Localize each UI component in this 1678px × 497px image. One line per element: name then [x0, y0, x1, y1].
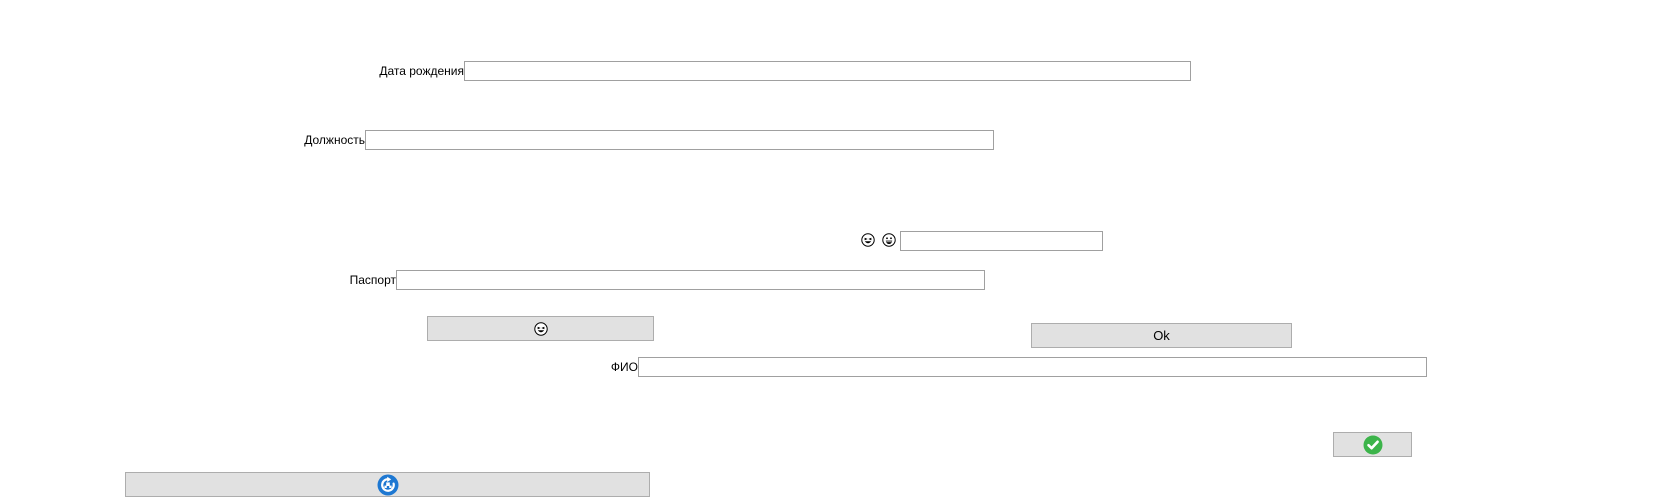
position-input[interactable] [365, 130, 994, 150]
grinning-squint-icon [861, 233, 875, 247]
grinning-face-icon [882, 233, 896, 247]
birth-date-input[interactable] [464, 61, 1191, 81]
full-name-label: ФИО [610, 360, 638, 374]
passport-input[interactable] [396, 270, 985, 290]
grinning-squint-icon [533, 321, 548, 336]
full-name-input[interactable] [638, 357, 1427, 377]
emoji-button[interactable] [427, 316, 654, 341]
refresh-button[interactable] [125, 472, 650, 497]
passport-label: Паспорт [349, 273, 396, 287]
green-check-icon [1363, 435, 1383, 455]
blue-refresh-icon [377, 474, 399, 496]
emoji-input[interactable] [900, 231, 1103, 251]
confirm-button[interactable] [1333, 432, 1412, 457]
position-label: Должность [304, 133, 365, 147]
ok-button[interactable]: Ok [1031, 323, 1292, 348]
birth-date-label: Дата рождения [379, 64, 464, 78]
